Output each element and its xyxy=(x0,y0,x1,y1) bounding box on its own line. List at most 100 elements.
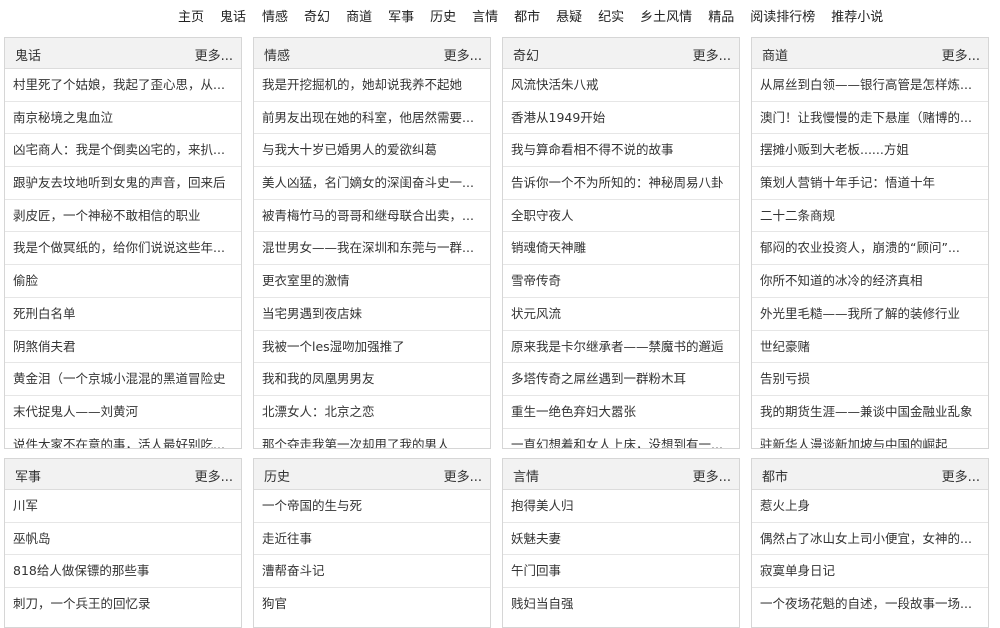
story-link[interactable]: 走近往事 xyxy=(254,523,490,556)
more-link[interactable]: 更多... xyxy=(693,466,731,485)
nav-item[interactable]: 乡土风情 xyxy=(632,9,700,27)
nav-item[interactable]: 言情 xyxy=(464,9,506,27)
more-link[interactable]: 更多... xyxy=(693,45,731,64)
panel-title[interactable]: 情感 xyxy=(264,45,290,64)
story-link[interactable]: 川军 xyxy=(5,490,241,523)
story-link[interactable]: 妖魅夫妻 xyxy=(503,523,739,556)
story-link[interactable]: 前男友出现在她的科室，他居然需要... xyxy=(254,102,490,135)
story-link[interactable]: 我被一个les湿吻加强推了 xyxy=(254,331,490,364)
story-link[interactable]: 销魂倚天神雕 xyxy=(503,232,739,266)
story-link[interactable]: 818给人做保镖的那些事 xyxy=(5,555,241,589)
story-link[interactable]: 北漂女人：北京之恋 xyxy=(254,396,490,429)
more-link[interactable]: 更多... xyxy=(942,45,980,64)
story-link[interactable]: 村里死了个姑娘，我起了歪心思，从... xyxy=(5,69,241,102)
story-link[interactable]: 世纪豪赌 xyxy=(752,331,988,364)
story-link[interactable]: 混世男女——我在深圳和东莞与一群... xyxy=(254,232,490,266)
story-link[interactable]: 说件大家不在意的事，活人最好别吃... xyxy=(5,429,241,448)
story-link[interactable]: 阴煞俏夫君 xyxy=(5,331,241,364)
nav-item[interactable]: 推荐小说 xyxy=(823,9,891,27)
panel-header: 历史 更多... xyxy=(254,459,490,490)
story-link[interactable]: 巫帆岛 xyxy=(5,523,241,556)
story-link[interactable]: 贱妇当自强 xyxy=(503,588,739,620)
more-link[interactable]: 更多... xyxy=(195,466,233,485)
story-link[interactable]: 风流快活朱八戒 xyxy=(503,69,739,102)
story-link[interactable]: 一个夜场花魁的自述，一段故事一场... xyxy=(752,588,988,620)
nav-item[interactable]: 纪实 xyxy=(590,9,632,27)
category-panel: 商道 更多... 从屌丝到白领——银行高管是怎样炼... 澳门！让我慢慢的走下悬崖（赌… xyxy=(751,37,989,449)
nav-item[interactable]: 军事 xyxy=(380,9,422,27)
story-link[interactable]: 策划人营销十年手记：悟道十年 xyxy=(752,167,988,200)
story-link[interactable]: 更衣室里的激情 xyxy=(254,265,490,298)
story-link[interactable]: 我是个做冥纸的，给你们说说这些年... xyxy=(5,232,241,266)
story-link[interactable]: 美人凶猛，名门嫡女的深闺奋斗史一... xyxy=(254,167,490,200)
story-link[interactable]: 外光里毛糙——我所了解的装修行业 xyxy=(752,298,988,331)
story-link[interactable]: 从屌丝到白领——银行高管是怎样炼... xyxy=(752,69,988,102)
nav-item[interactable]: 悬疑 xyxy=(548,9,590,27)
nav-item[interactable]: 历史 xyxy=(422,9,464,27)
panel-title[interactable]: 历史 xyxy=(264,466,290,485)
story-link[interactable]: 末代捉鬼人——刘黄河 xyxy=(5,396,241,429)
story-link[interactable]: 偶然占了冰山女上司小便宜，女神的... xyxy=(752,523,988,556)
story-link[interactable]: 南京秘境之鬼血泣 xyxy=(5,102,241,135)
story-link[interactable]: 当宅男遇到夜店妹 xyxy=(254,298,490,331)
panel-title[interactable]: 言情 xyxy=(513,466,539,485)
story-link[interactable]: 我的期货生涯——兼谈中国金融业乱象 xyxy=(752,396,988,429)
story-link[interactable]: 多塔传奇之屌丝遇到一群粉木耳 xyxy=(503,363,739,396)
story-link[interactable]: 黄金泪（一个京城小混混的黑道冒险史 xyxy=(5,363,241,396)
panel-title[interactable]: 鬼话 xyxy=(15,45,41,64)
story-link[interactable]: 一直幻想着和女人上床，没想到有一... xyxy=(503,429,739,448)
story-link[interactable]: 我和我的凤凰男男友 xyxy=(254,363,490,396)
story-link[interactable]: 我是开挖掘机的，她却说我养不起她 xyxy=(254,69,490,102)
story-link[interactable]: 你所不知道的冰冷的经济真相 xyxy=(752,265,988,298)
story-link[interactable]: 刺刀，一个兵王的回忆录 xyxy=(5,588,241,620)
more-link[interactable]: 更多... xyxy=(195,45,233,64)
story-link[interactable]: 香港从1949开始 xyxy=(503,102,739,135)
story-link[interactable]: 惹火上身 xyxy=(752,490,988,523)
story-list: 抱得美人归 妖魅夫妻 午门回事 贱妇当自强 xyxy=(503,490,739,620)
story-link[interactable]: 澳门！让我慢慢的走下悬崖（赌博的... xyxy=(752,102,988,135)
story-link[interactable]: 抱得美人归 xyxy=(503,490,739,523)
more-link[interactable]: 更多... xyxy=(444,45,482,64)
panel-title[interactable]: 商道 xyxy=(762,45,788,64)
story-link[interactable]: 偷脸 xyxy=(5,265,241,298)
story-link[interactable]: 被青梅竹马的哥哥和继母联合出卖，... xyxy=(254,200,490,233)
story-link[interactable]: 全职守夜人 xyxy=(503,200,739,233)
panel-title[interactable]: 都市 xyxy=(762,466,788,485)
nav-item[interactable]: 主页 xyxy=(170,9,212,27)
story-link[interactable]: 狗官 xyxy=(254,588,490,620)
nav-item[interactable]: 鬼话 xyxy=(212,9,254,27)
more-link[interactable]: 更多... xyxy=(444,466,482,485)
story-link[interactable]: 漕帮奋斗记 xyxy=(254,555,490,589)
story-link[interactable]: 我与算命看相不得不说的故事 xyxy=(503,134,739,168)
nav-item[interactable]: 奇幻 xyxy=(296,9,338,27)
story-link[interactable]: 死刑白名单 xyxy=(5,298,241,331)
story-link[interactable]: 那个夺走我第一次却甩了我的男人 xyxy=(254,429,490,448)
nav-item[interactable]: 情感 xyxy=(254,9,296,27)
story-link[interactable]: 凶宅商人：我是个倒卖凶宅的，来扒... xyxy=(5,134,241,168)
story-link[interactable]: 状元风流 xyxy=(503,298,739,331)
nav-item[interactable]: 阅读排行榜 xyxy=(742,9,823,27)
story-link[interactable]: 午门回事 xyxy=(503,555,739,589)
story-link[interactable]: 雪帝传奇 xyxy=(503,265,739,298)
story-link[interactable]: 告诉你一个不为所知的：神秘周易八卦 xyxy=(503,167,739,200)
story-link[interactable]: 驻新华人漫谈新加坡与中国的崛起 xyxy=(752,429,988,448)
story-link[interactable]: 剥皮匠，一个神秘不敢相信的职业 xyxy=(5,200,241,233)
more-link[interactable]: 更多... xyxy=(942,466,980,485)
story-link[interactable]: 寂寞单身日记 xyxy=(752,555,988,589)
story-link[interactable]: 郁闷的农业投资人，崩溃的“顾问”... xyxy=(752,232,988,266)
story-link[interactable]: 原来我是卡尔继承者——禁魔书的邂逅 xyxy=(503,331,739,364)
category-panel: 情感 更多... 我是开挖掘机的，她却说我养不起她 前男友出现在她的科室，他居然需要.… xyxy=(253,37,491,449)
story-link[interactable]: 重生一绝色弃妇大嚣张 xyxy=(503,396,739,429)
story-link[interactable]: 二十二条商规 xyxy=(752,200,988,233)
nav-item[interactable]: 商道 xyxy=(338,9,380,27)
nav-item[interactable]: 都市 xyxy=(506,9,548,27)
panel-title[interactable]: 军事 xyxy=(15,466,41,485)
story-link[interactable]: 与我大十岁已婚男人的爱欲纠葛 xyxy=(254,134,490,168)
story-link[interactable]: 告别亏损 xyxy=(752,363,988,396)
panel-title[interactable]: 奇幻 xyxy=(513,45,539,64)
story-link[interactable]: 一个帝国的生与死 xyxy=(254,490,490,523)
category-panel: 言情 更多... 抱得美人归 妖魅夫妻 午门回事 贱妇当自强 xyxy=(502,458,740,628)
nav-item[interactable]: 精品 xyxy=(700,9,742,27)
story-link[interactable]: 摆摊小贩到大老板......方姐 xyxy=(752,134,988,168)
story-link[interactable]: 跟驴友去坟地听到女鬼的声音，回来后 xyxy=(5,167,241,200)
